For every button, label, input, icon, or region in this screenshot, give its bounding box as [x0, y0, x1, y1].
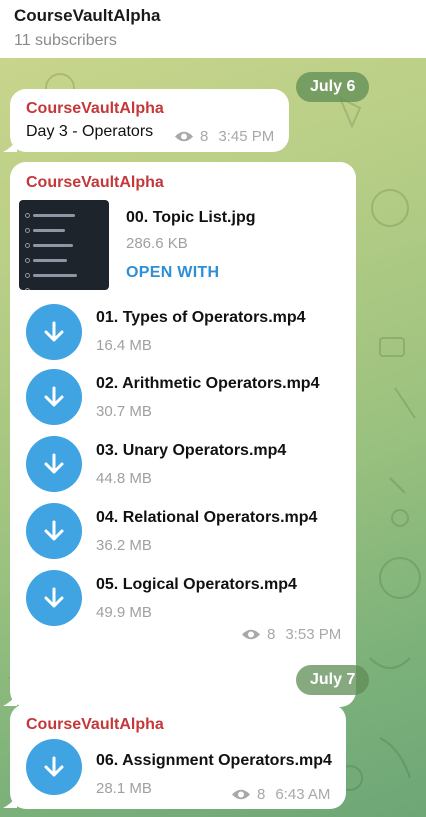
date-separator: July 6	[296, 72, 370, 102]
eye-icon	[175, 131, 193, 142]
subscriber-count: 11 subscribers	[14, 32, 117, 49]
date-separator: July 7	[296, 665, 370, 695]
download-arrow-icon	[44, 756, 64, 777]
file-size: 28.1 MB	[96, 780, 152, 797]
thumbnail-item	[25, 283, 103, 290]
download-button[interactable]	[26, 739, 82, 795]
channel-header[interactable]: CourseVaultAlpha 11 subscribers	[0, 0, 426, 58]
eye-icon	[232, 789, 250, 800]
thumbnail-item	[25, 253, 103, 268]
file-name: 06. Assignment Operators.mp4	[96, 752, 332, 769]
image-file-size: 286.6 KB	[126, 235, 188, 252]
channel-title: CourseVaultAlpha	[14, 6, 161, 25]
download-arrow-icon	[44, 453, 64, 474]
file-name: 05. Logical Operators.mp4	[96, 576, 297, 593]
message-meta: 8 3:45 PM	[174, 128, 274, 145]
file-size: 49.9 MB	[96, 604, 152, 621]
view-count: 8	[200, 128, 209, 145]
bubble-tail	[3, 694, 17, 706]
file-size: 36.2 MB	[96, 537, 152, 554]
file-size: 30.7 MB	[96, 403, 152, 420]
download-arrow-icon	[44, 587, 64, 608]
sender-name[interactable]: CourseVaultAlpha	[26, 174, 164, 192]
message-text: Day 3 - Operators	[26, 123, 154, 140]
download-button[interactable]	[26, 436, 82, 492]
file-name: 02. Arithmetic Operators.mp4	[96, 375, 320, 392]
thumbnail-item	[25, 223, 103, 238]
sender-name[interactable]: CourseVaultAlpha	[26, 100, 164, 118]
file-name: 04. Relational Operators.mp4	[96, 509, 318, 526]
open-with-button[interactable]: OPEN WITH	[126, 264, 219, 282]
file-size: 44.8 MB	[96, 470, 152, 487]
download-arrow-icon	[44, 321, 64, 342]
bubble-tail	[3, 796, 17, 808]
thumbnail-item	[25, 268, 103, 283]
thumbnail-item	[25, 238, 103, 253]
view-count: 8	[267, 626, 276, 643]
bubble-tail	[3, 140, 17, 152]
download-arrow-icon	[44, 386, 64, 407]
image-thumbnail[interactable]	[19, 200, 109, 290]
file-name: 01. Types of Operators.mp4	[96, 309, 306, 326]
message-meta: 8 3:53 PM	[241, 626, 341, 643]
download-button[interactable]	[26, 570, 82, 626]
file-name: 03. Unary Operators.mp4	[96, 442, 287, 459]
download-arrow-icon	[44, 520, 64, 541]
message-time: 6:43 AM	[275, 786, 331, 803]
thumbnail-item	[25, 208, 103, 223]
download-button[interactable]	[26, 304, 82, 360]
file-size: 16.4 MB	[96, 337, 152, 354]
message-time: 3:53 PM	[285, 626, 342, 643]
eye-icon	[242, 629, 260, 640]
download-button[interactable]	[26, 503, 82, 559]
image-file-name: 00. Topic List.jpg	[126, 209, 256, 226]
view-count: 8	[257, 786, 266, 803]
message-meta: 8 6:43 AM	[231, 786, 330, 803]
download-button[interactable]	[26, 369, 82, 425]
message-time: 3:45 PM	[218, 128, 275, 145]
chat-area[interactable]: July 6 CourseVaultAlpha Day 3 - Operator…	[0, 58, 426, 817]
sender-name[interactable]: CourseVaultAlpha	[26, 716, 164, 734]
